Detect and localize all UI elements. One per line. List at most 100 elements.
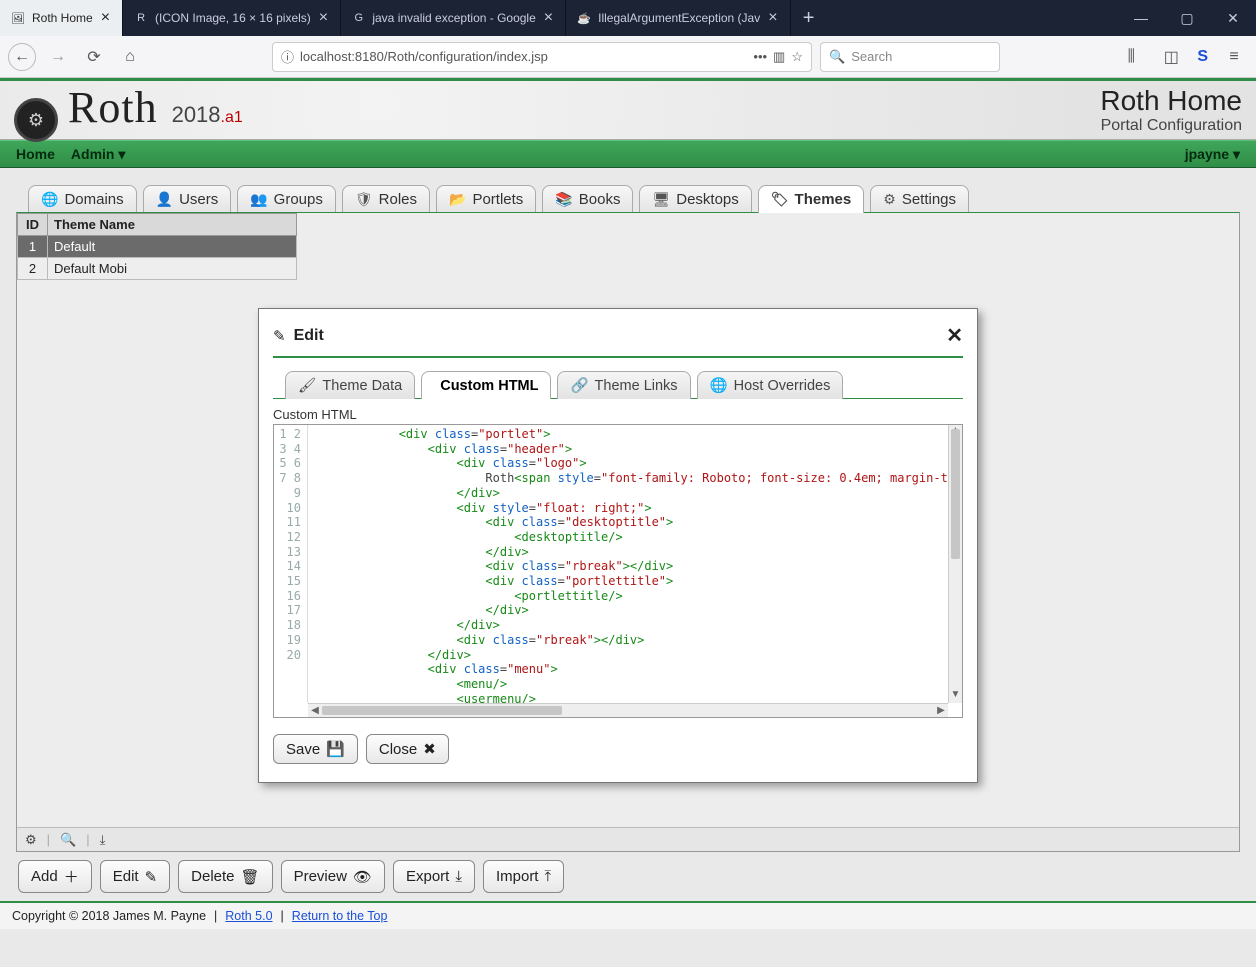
editor-hscrollbar[interactable]: ◀▶ (308, 703, 948, 717)
tab-label: Desktops (676, 191, 739, 208)
upload-icon: ⤒ (544, 868, 551, 885)
tab-label: Host Overrides (734, 378, 831, 394)
tab-label: java invalid exception - Google (372, 11, 535, 25)
edit-icon: ✎ (145, 868, 158, 886)
tab-users[interactable]: 👤Users (143, 185, 232, 213)
search-icon: 🔍 (829, 49, 845, 65)
save-icon: 💾 (326, 740, 345, 758)
menu-icon[interactable]: ≡ (1220, 43, 1248, 71)
tab-close-icon[interactable]: × (766, 9, 779, 27)
tab-close-icon[interactable]: × (542, 9, 555, 27)
forward-button[interactable]: → (44, 43, 72, 71)
page-subtitle: Portal Configuration (1100, 117, 1242, 135)
editor-gutter: 1 2 3 4 5 6 7 8 9 10 11 12 13 14 15 16 1… (274, 425, 308, 703)
col-name[interactable]: Theme Name (48, 214, 297, 236)
address-bar[interactable]: ⓘ localhost:8180/Roth/configuration/inde… (272, 42, 812, 72)
tool-settings-icon[interactable]: ⚙ (25, 832, 37, 848)
browser-tab-1[interactable]: R (ICON Image, 16 × 16 pixels) × (123, 0, 341, 36)
tab-books[interactable]: 📚Books (542, 185, 633, 213)
tab-close-icon[interactable]: × (317, 9, 330, 27)
sidebar-icon[interactable]: ◫ (1157, 43, 1185, 71)
code-editor[interactable]: 1 2 3 4 5 6 7 8 9 10 11 12 13 14 15 16 1… (273, 424, 963, 718)
dialog-save-button[interactable]: Save 💾 (273, 734, 358, 764)
favicon-icon: ☕ (576, 10, 592, 26)
new-tab-button[interactable]: + (791, 0, 827, 36)
browser-tab-0[interactable]: 🖼 Roth Home × (0, 0, 123, 36)
tab-label: Roles (379, 191, 417, 208)
library-icon[interactable]: ⫼ (1117, 43, 1145, 71)
favicon-icon: 🖼 (10, 10, 26, 26)
tab-label: Roth Home (32, 11, 93, 25)
tab-close-icon[interactable]: × (99, 9, 112, 27)
plus-icon: ＋ (64, 866, 79, 887)
home-button[interactable]: ⌂ (116, 43, 144, 71)
menu-user[interactable]: jpayne ▾ (1177, 141, 1248, 167)
menu-home[interactable]: Home (8, 141, 63, 167)
tab-portlets[interactable]: 📂Portlets (436, 185, 536, 213)
url-text: localhost:8180/Roth/configuration/index.… (300, 49, 747, 64)
reader-icon[interactable]: ▥ (773, 49, 785, 65)
page-title: Roth Home (1100, 85, 1242, 117)
tab-icon: 🖌 (298, 377, 316, 394)
star-icon[interactable]: ☆ (791, 49, 803, 65)
editor-content[interactable]: <div class="portlet"> <div class="header… (308, 425, 948, 703)
tab-label: (ICON Image, 16 × 16 pixels) (155, 11, 311, 25)
tab-settings[interactable]: ⚙Settings (870, 185, 969, 213)
account-badge[interactable]: S (1197, 48, 1208, 66)
tab-themes[interactable]: 🏷Themes (758, 185, 864, 213)
tab-icon: 🌐 (710, 377, 728, 394)
app-version: 2018.a1 (172, 102, 243, 128)
window-close-button[interactable]: ✕ (1210, 0, 1256, 36)
import-button[interactable]: Import⤒ (483, 860, 564, 893)
tab-domains[interactable]: 🌐Domains (28, 185, 137, 213)
tab-roles[interactable]: 🛡 Roles (342, 185, 430, 213)
tab-label: Custom HTML (440, 378, 538, 394)
reload-button[interactable]: ⟳ (80, 43, 108, 71)
trash-icon: 🗑 (241, 868, 260, 886)
edit-button[interactable]: Edit✎ (100, 860, 170, 893)
tab-groups[interactable]: 👥Groups (237, 185, 336, 213)
browser-search[interactable]: 🔍 Search (820, 42, 1000, 72)
menu-admin[interactable]: Admin ▾ (63, 141, 133, 167)
close-icon: ✖ (423, 740, 436, 758)
col-id[interactable]: ID (18, 214, 48, 236)
window-minimize-button[interactable]: — (1118, 0, 1164, 36)
tab-label: Users (179, 191, 218, 208)
export-button[interactable]: Export⤓ (393, 860, 475, 893)
add-button[interactable]: Add＋ (18, 860, 92, 893)
tool-download-icon[interactable]: ⤓ (100, 832, 106, 848)
desktops-icon: 🖥 (652, 191, 670, 208)
edit-dialog: ✎ Edit ✕ 🖌Theme DataCustom HTML🔗Theme Li… (258, 308, 978, 783)
dialog-tab-theme-data[interactable]: 🖌Theme Data (285, 371, 415, 399)
dialog-tab-theme-links[interactable]: 🔗Theme Links (557, 371, 690, 399)
delete-button[interactable]: Delete🗑 (178, 860, 272, 893)
footer-link-top[interactable]: Return to the Top (292, 909, 388, 923)
dialog-tab-custom-html[interactable]: Custom HTML (421, 371, 551, 399)
browser-tab-2[interactable]: Gjava invalid exception - Google× (341, 0, 566, 36)
favicon-icon: R (133, 10, 149, 26)
tab-desktops[interactable]: 🖥 Desktops (639, 185, 751, 213)
app-logo: ⚙ Roth 2018.a1 (14, 82, 243, 139)
footer-link-roth[interactable]: Roth 5.0 (225, 909, 272, 923)
back-button[interactable]: ← (8, 43, 36, 71)
dialog-tab-host-overrides[interactable]: 🌐 Host Overrides (697, 371, 844, 399)
edit-icon: ✎ (273, 327, 286, 345)
tool-search-icon[interactable]: 🔍 (60, 832, 76, 848)
themes-icon: 🏷 (771, 191, 789, 208)
more-icon[interactable]: ••• (753, 49, 767, 64)
browser-tab-3[interactable]: ☕IllegalArgumentException (Jav× (566, 0, 790, 36)
editor-vscrollbar[interactable]: ▲▼ (948, 425, 962, 703)
tab-label: Groups (274, 191, 323, 208)
dialog-close-button[interactable]: Close ✖ (366, 734, 449, 764)
preview-button[interactable]: Preview👁 (281, 860, 385, 893)
table-row[interactable]: 1Default (18, 236, 297, 258)
footer-copyright: Copyright © 2018 James M. Payne (12, 909, 206, 923)
tab-label: Books (579, 191, 621, 208)
roles-icon: 🛡 (355, 191, 373, 208)
app-menubar: Home Admin ▾ jpayne ▾ (0, 140, 1256, 168)
tab-label: Settings (902, 191, 956, 208)
table-row[interactable]: 2Default Mobi (18, 258, 297, 280)
panel-toolbar: ⚙| 🔍| ⤓ (17, 827, 1239, 851)
window-maximize-button[interactable]: ▢ (1164, 0, 1210, 36)
dialog-close-icon[interactable]: ✕ (946, 323, 963, 348)
